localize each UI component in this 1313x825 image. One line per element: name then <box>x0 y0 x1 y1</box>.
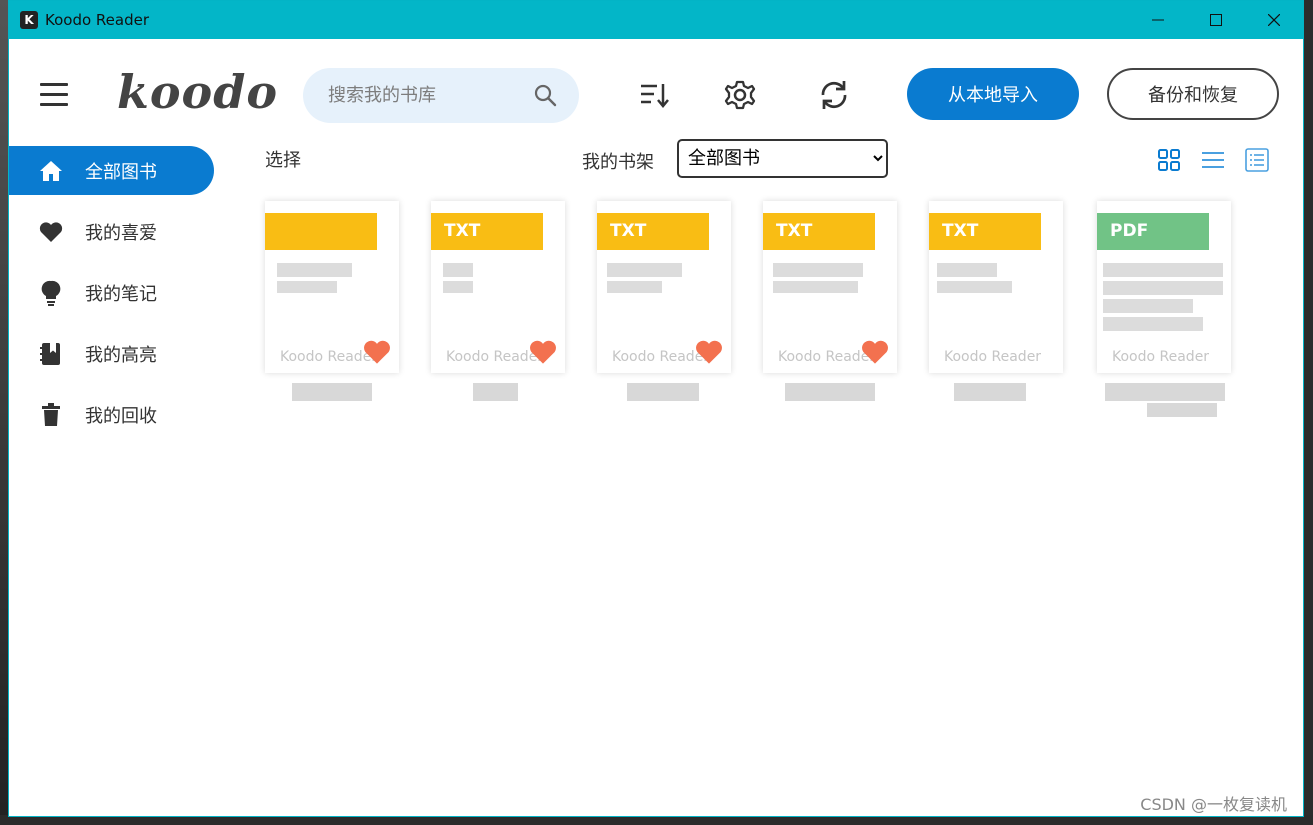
favorite-heart-icon[interactable] <box>695 339 723 365</box>
sync-icon <box>821 81 847 109</box>
backup-restore-button[interactable]: 备份和恢复 <box>1107 68 1279 120</box>
book-card[interactable]: TXT Koodo Reader <box>763 201 897 401</box>
book-title-blurred <box>785 383 875 401</box>
select-mode-button[interactable]: 选择 <box>265 146 301 172</box>
book-title-blurred <box>1147 403 1217 417</box>
close-icon <box>1268 14 1280 26</box>
koodo-logo: koodo <box>117 65 279 119</box>
blurred-text <box>773 281 858 293</box>
book-title-blurred <box>1105 383 1225 401</box>
desktop-edge-right <box>1303 0 1313 825</box>
close-button[interactable] <box>1245 1 1303 39</box>
favorite-heart-icon[interactable] <box>363 339 391 365</box>
watermark: CSDN @一枚复读机 <box>1140 795 1287 814</box>
blurred-text <box>607 263 682 277</box>
minimize-button[interactable] <box>1129 1 1187 39</box>
window-controls <box>1129 1 1303 39</box>
blurred-text <box>1103 281 1223 295</box>
app-logo-icon: K <box>20 11 38 29</box>
search-input[interactable] <box>328 85 548 106</box>
blurred-text <box>607 281 662 293</box>
book-card[interactable]: TXT Koodo Reader <box>929 201 1063 401</box>
format-badge: PDF <box>1097 213 1209 250</box>
import-local-button[interactable]: 从本地导入 <box>907 68 1079 120</box>
blurred-text <box>937 281 1012 293</box>
maximize-icon <box>1210 14 1222 26</box>
maximize-button[interactable] <box>1187 1 1245 39</box>
book-cover: TXT Koodo Reader <box>763 201 897 373</box>
app-window: K Koodo Reader koodo 搜索我的书库 从本地导入 备份和恢复 … <box>8 0 1304 817</box>
shelf-label: 我的书架 <box>582 152 654 173</box>
blurred-text <box>277 281 337 293</box>
book-cover: TXT Koodo Reader <box>929 201 1063 373</box>
format-badge: TXT <box>431 213 543 250</box>
search-icon[interactable] <box>533 83 557 107</box>
book-cover: TXT Koodo Reader <box>597 201 731 373</box>
settings-button[interactable] <box>723 78 757 112</box>
blurred-text <box>937 263 997 277</box>
app-header: koodo 搜索我的书库 从本地导入 备份和恢复 <box>9 39 1303 144</box>
book-cover: TXT Koodo Reader <box>431 201 565 373</box>
book-card[interactable]: Koodo Reader <box>265 201 399 401</box>
sort-icon <box>641 84 669 108</box>
favorite-heart-icon[interactable] <box>861 339 889 365</box>
book-title-blurred <box>292 383 372 401</box>
blurred-text <box>443 263 473 277</box>
format-badge: TXT <box>929 213 1041 250</box>
book-title-blurred <box>627 383 699 401</box>
format-badge: TXT <box>763 213 875 250</box>
book-card[interactable]: TXT Koodo Reader <box>597 201 731 401</box>
blurred-text <box>277 263 352 277</box>
favorite-heart-icon[interactable] <box>529 339 557 365</box>
gear-icon <box>724 80 756 110</box>
book-cover: PDF Koodo Reader <box>1097 201 1231 373</box>
book-card[interactable]: TXT Koodo Reader <box>431 201 565 401</box>
blurred-text <box>773 263 863 277</box>
format-badge: TXT <box>597 213 709 250</box>
menu-icon[interactable] <box>40 83 68 106</box>
search-box <box>303 68 579 123</box>
book-grid: Koodo Reader TXT Koodo Reader TXT Koodo … <box>9 201 1303 451</box>
blurred-text <box>1103 299 1193 313</box>
brand-text: Koodo Reader <box>944 349 1042 365</box>
title-bar: K Koodo Reader <box>9 1 1303 39</box>
minimize-icon <box>1152 19 1164 21</box>
brand-text: Koodo Reader <box>1112 349 1210 365</box>
list-view-icon[interactable] <box>1201 148 1225 172</box>
blurred-text <box>1103 263 1223 277</box>
content-toolbar: 选择 我的书架 全部图书 <box>9 139 1303 184</box>
detail-view-icon[interactable] <box>1245 148 1269 172</box>
window-title: Koodo Reader <box>45 11 149 29</box>
blurred-text <box>443 281 473 293</box>
sort-button[interactable] <box>637 78 671 112</box>
book-title-blurred <box>473 383 518 401</box>
book-title-blurred <box>954 383 1026 401</box>
sync-button[interactable] <box>817 78 851 112</box>
grid-view-icon[interactable] <box>1157 148 1181 172</box>
book-cover: Koodo Reader <box>265 201 399 373</box>
blurred-text <box>1103 317 1203 331</box>
format-badge <box>265 213 377 250</box>
shelf-select[interactable]: 全部图书 <box>677 139 888 178</box>
book-card[interactable]: PDF Koodo Reader <box>1097 201 1231 417</box>
